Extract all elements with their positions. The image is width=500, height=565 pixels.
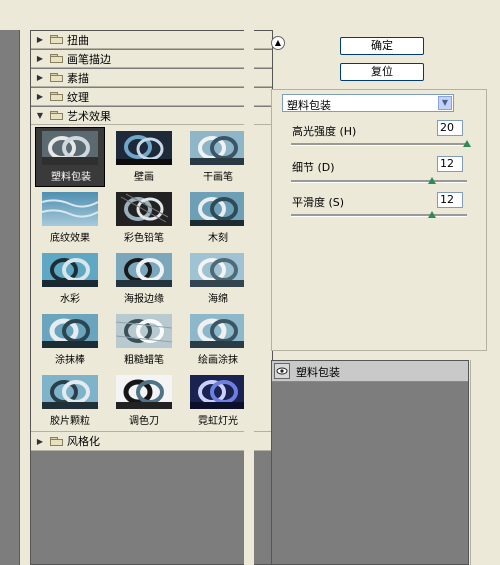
filter-label: 塑料包装 <box>51 172 91 183</box>
expand-arrow-icon[interactable]: ▶ <box>34 73 46 82</box>
filter-label: 彩色铅笔 <box>124 233 164 244</box>
filter-preview-image <box>42 253 98 287</box>
category-label: 艺术效果 <box>67 109 111 123</box>
folder-icon <box>50 35 63 44</box>
highlight-strength-slider[interactable] <box>291 143 467 146</box>
category-artistic[interactable]: ▼ 艺术效果 <box>31 107 272 125</box>
reset-button[interactable]: 复位 <box>340 63 424 81</box>
filter-label: 海绵 <box>208 294 228 305</box>
category-label: 画笔描边 <box>67 52 111 66</box>
expand-arrow-icon[interactable]: ▶ <box>34 92 46 101</box>
filter-label: 底纹效果 <box>50 233 90 244</box>
filter-label: 干画笔 <box>203 172 233 183</box>
category-stylize[interactable]: ▶ 风格化 <box>31 431 272 451</box>
panel-divider <box>244 30 254 565</box>
filter-preview-image <box>116 375 172 409</box>
effect-layer-row[interactable]: 塑料包装 <box>272 361 468 382</box>
filter-thumb-rough-pastels[interactable]: 粗糙蜡笔 <box>109 310 179 370</box>
expand-arrow-icon[interactable]: ▶ <box>34 35 46 44</box>
filter-preview-image <box>190 192 246 226</box>
filter-preview-image <box>42 375 98 409</box>
open-folder-icon <box>50 111 63 120</box>
detail-slider[interactable] <box>291 180 467 183</box>
category-texture[interactable]: ▶ 纹理 <box>31 88 272 106</box>
filter-preview-image <box>116 131 172 165</box>
filter-label: 粗糙蜡笔 <box>124 355 164 366</box>
folder-icon <box>50 436 63 446</box>
category-label: 扭曲 <box>67 33 89 47</box>
filter-thumb-paint-daubs[interactable]: 绘画涂抹 <box>183 310 253 370</box>
filter-label: 绘画涂抹 <box>198 355 238 366</box>
chevron-down-icon[interactable]: ▼ <box>438 96 452 110</box>
filter-select[interactable]: 塑料包装 ▼ <box>282 94 454 112</box>
filter-label: 霓虹灯光 <box>198 416 238 427</box>
filter-thumb-sponge[interactable]: 海绵 <box>183 249 253 309</box>
left-preview-area <box>0 30 20 565</box>
category-label: 素描 <box>67 71 89 85</box>
category-sketch[interactable]: ▶ 素描 <box>31 69 272 87</box>
filter-thumb-poster-edges[interactable]: 海报边缘 <box>109 249 179 309</box>
detail-label: 细节 (D) <box>292 161 335 174</box>
filter-preview-image <box>190 131 246 165</box>
expand-arrow-icon[interactable]: ▶ <box>34 54 46 63</box>
expand-arrow-icon[interactable]: ▶ <box>34 437 46 446</box>
filter-preview-image <box>116 192 172 226</box>
detail-slider-thumb[interactable] <box>427 177 436 184</box>
filter-preview-image <box>116 253 172 287</box>
filter-thumb-underpainting[interactable]: 底纹效果 <box>35 188 105 248</box>
filter-preview-image <box>190 314 246 348</box>
highlight-strength-label: 高光强度 (H) <box>292 125 357 138</box>
effect-layers-panel: 塑料包装 <box>271 360 469 565</box>
filter-select-value: 塑料包装 <box>287 99 331 112</box>
detail-input[interactable]: 12 <box>437 156 463 172</box>
filter-label: 木刻 <box>208 233 228 244</box>
left-strip <box>0 0 24 565</box>
ok-button[interactable]: 确定 <box>340 37 424 55</box>
eye-icon[interactable] <box>274 363 290 379</box>
filter-label: 壁画 <box>134 172 154 183</box>
smoothness-label: 平滑度 (S) <box>292 196 345 209</box>
layers-scrollbar[interactable] <box>470 360 488 565</box>
filter-thumbnail-grid: 塑料包装 壁画 干画笔 底纹效果 彩色铅笔 木刻 水彩 海报边缘 海绵 涂抹棒 … <box>31 125 272 435</box>
folder-icon <box>50 54 63 63</box>
filter-preview-image <box>190 253 246 287</box>
smoothness-input[interactable]: 12 <box>437 192 463 208</box>
highlight-strength-input[interactable]: 20 <box>437 120 463 136</box>
filter-label: 海报边缘 <box>124 294 164 305</box>
filter-gallery-panel: ▶ 扭曲 ▶ 画笔描边 ▶ 素描 ▶ 纹理 ▼ 艺术效果 塑料包装 壁画 干画笔 <box>30 30 273 565</box>
filter-thumb-fresco[interactable]: 壁画 <box>109 127 179 187</box>
filter-label: 胶片颗粒 <box>50 416 90 427</box>
filter-label: 水彩 <box>60 294 80 305</box>
filter-thumb-cutout[interactable]: 木刻 <box>183 188 253 248</box>
folder-icon <box>50 92 63 101</box>
collapse-up-icon[interactable]: ▲ <box>271 36 285 50</box>
filter-thumb-film-grain[interactable]: 胶片颗粒 <box>35 371 105 431</box>
category-distort[interactable]: ▶ 扭曲 <box>31 31 272 49</box>
smoothness-slider-thumb[interactable] <box>427 211 436 218</box>
filter-thumb-dry-brush[interactable]: 干画笔 <box>183 127 253 187</box>
filter-preview-image <box>42 192 98 226</box>
category-label: 风格化 <box>67 435 100 448</box>
category-label: 纹理 <box>67 90 89 104</box>
folder-icon <box>50 73 63 82</box>
filter-thumb-watercolor[interactable]: 水彩 <box>35 249 105 309</box>
filter-preview-image <box>190 375 246 409</box>
filter-thumb-colored-pencil[interactable]: 彩色铅笔 <box>109 188 179 248</box>
filter-thumb-smudge-stick[interactable]: 涂抹棒 <box>35 310 105 370</box>
filter-label: 涂抹棒 <box>55 355 85 366</box>
effect-layer-name: 塑料包装 <box>296 366 340 379</box>
filter-preview-image <box>42 131 98 165</box>
smoothness-slider[interactable] <box>291 214 467 217</box>
filter-label: 调色刀 <box>129 416 159 427</box>
filter-thumb-neon-glow[interactable]: 霓虹灯光 <box>183 371 253 431</box>
filter-thumb-plastic-wrap[interactable]: 塑料包装 <box>35 127 105 187</box>
collapse-arrow-icon[interactable]: ▼ <box>34 111 46 120</box>
filter-preview-image <box>42 314 98 348</box>
filter-thumb-palette-knife[interactable]: 调色刀 <box>109 371 179 431</box>
category-brush-strokes[interactable]: ▶ 画笔描边 <box>31 50 272 68</box>
filter-preview-image <box>116 314 172 348</box>
highlight-slider-thumb[interactable] <box>463 140 471 147</box>
